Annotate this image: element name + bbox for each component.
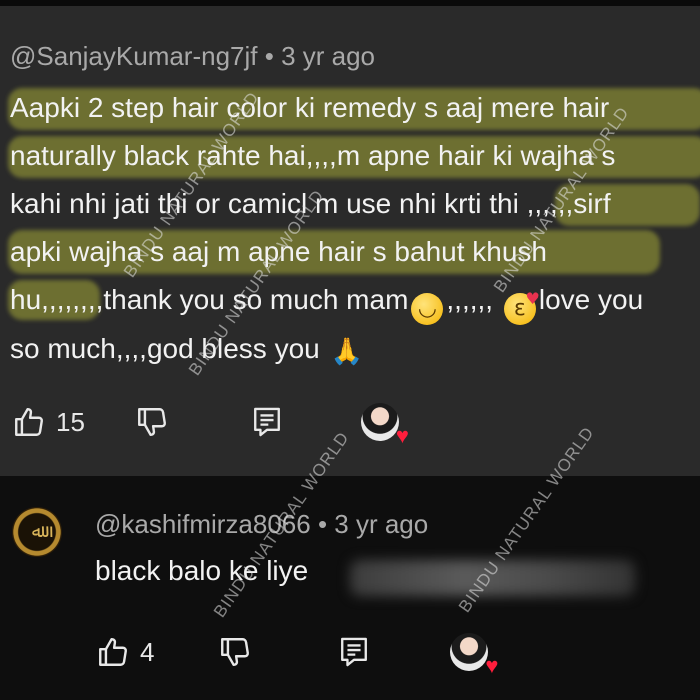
top-divider bbox=[0, 0, 700, 6]
reply-comment-icon[interactable] bbox=[338, 635, 370, 669]
comment-text: Aapki 2 step hair color ki remedy s aaj … bbox=[10, 84, 700, 373]
comment-time: • 3 yr ago bbox=[264, 41, 376, 71]
creator-avatar: ♥ bbox=[360, 403, 409, 447]
comment-line: kahi nhi jati thi or camicl m use nhi kr… bbox=[10, 188, 611, 219]
folded-hands-emoji: 🙏 bbox=[330, 337, 363, 367]
like-count: 15 bbox=[56, 406, 85, 437]
thumbs-up-icon[interactable] bbox=[96, 635, 130, 669]
like-count: 4 bbox=[140, 636, 155, 667]
creator-heart[interactable]: ♥ bbox=[360, 403, 409, 447]
heart-icon: ♥ bbox=[395, 423, 409, 448]
thumbs-down-icon[interactable] bbox=[135, 405, 169, 439]
thumbs-down-icon[interactable] bbox=[218, 635, 252, 669]
smiling-face-emoji: ◡ bbox=[411, 293, 444, 325]
creator-heart[interactable]: ♥ bbox=[450, 633, 498, 677]
comment-header: @SanjayKumar-ng7jf • 3 yr ago bbox=[10, 41, 375, 72]
comment-actions: 4 ♥ bbox=[96, 633, 498, 677]
reply-button[interactable] bbox=[338, 635, 370, 669]
comment-line: Aapki 2 step hair color ki remedy s aaj … bbox=[10, 92, 610, 123]
comment-line: apki wajha s aaj m apne hair s bahut khu… bbox=[10, 236, 547, 267]
comment-line-6: so much,,,,god bless you 🙏 bbox=[10, 325, 700, 373]
dislike-button[interactable] bbox=[135, 405, 169, 439]
user-avatar[interactable]: ﷲ bbox=[12, 507, 62, 557]
comment-line: love you bbox=[538, 284, 644, 315]
like-button[interactable]: 15 bbox=[12, 405, 85, 439]
dislike-button[interactable] bbox=[218, 635, 252, 669]
comment-card-highlighted: @SanjayKumar-ng7jf • 3 yr ago Aapki 2 st… bbox=[0, 0, 700, 476]
avatar-emblem: ﷲ bbox=[31, 521, 43, 542]
comment-line-5: hu,,,,,,,,thank you so much mam ◡,,,,,, ε… bbox=[10, 276, 700, 325]
comment-author[interactable]: @SanjayKumar-ng7jf bbox=[10, 41, 258, 71]
comment-line: hu,,,,,,,,thank you so much mam bbox=[10, 284, 409, 315]
heart-icon: ♥ bbox=[485, 653, 499, 678]
reply-button[interactable] bbox=[251, 405, 283, 439]
creator-avatar-image bbox=[450, 633, 489, 671]
comment-time: • 3 yr ago bbox=[317, 509, 429, 539]
creator-avatar: ♥ bbox=[450, 633, 498, 677]
face-blowing-kiss-emoji: ε ♥ bbox=[503, 291, 540, 325]
like-button[interactable]: 4 bbox=[96, 635, 154, 669]
comment-line: so much,,,,god bless you bbox=[10, 333, 320, 364]
comment-line: ,,,,,, bbox=[446, 284, 494, 315]
reply-comment-icon[interactable] bbox=[251, 405, 283, 439]
creator-avatar-image bbox=[360, 403, 399, 441]
comment-text: black balo ke liye bbox=[95, 555, 309, 586]
thumbs-up-icon[interactable] bbox=[12, 405, 46, 439]
